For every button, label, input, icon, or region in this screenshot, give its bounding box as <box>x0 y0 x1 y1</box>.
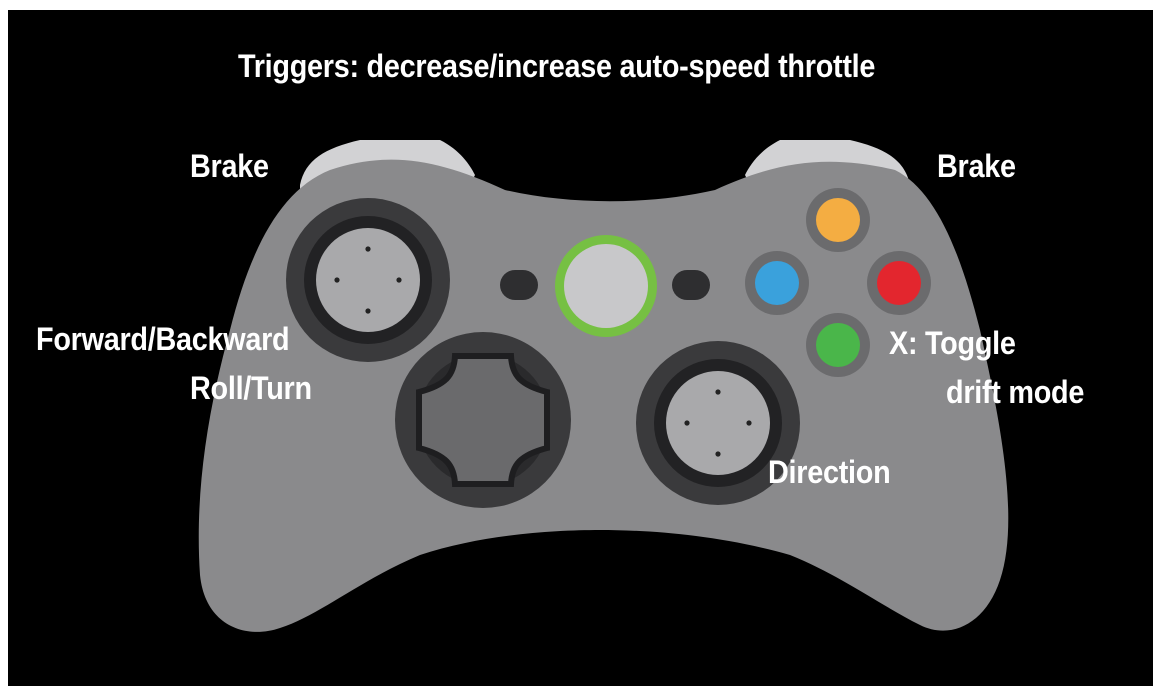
diagram-stage: Triggers: decrease/increase auto-speed t… <box>0 0 1153 686</box>
b-button-icon <box>867 251 931 315</box>
roll-turn-label: Roll/Turn <box>190 370 312 406</box>
back-button-icon <box>500 270 538 300</box>
direction-label: Direction <box>768 454 891 490</box>
drift-mode-label: drift mode <box>946 374 1085 410</box>
guide-button-icon <box>555 235 657 337</box>
triggers-caption: Triggers: decrease/increase auto-speed t… <box>238 48 876 84</box>
start-button-icon <box>672 270 710 300</box>
forward-backward-label: Forward/Backward <box>36 321 290 357</box>
dpad-icon <box>395 332 571 508</box>
left-brake-label: Brake <box>190 148 269 184</box>
a-button-icon <box>806 313 870 377</box>
y-button-icon <box>806 188 870 252</box>
right-brake-label: Brake <box>937 148 1016 184</box>
x-button-icon <box>745 251 809 315</box>
left-stick-icon <box>286 198 450 362</box>
x-toggle-label: X: Toggle <box>889 325 1016 361</box>
